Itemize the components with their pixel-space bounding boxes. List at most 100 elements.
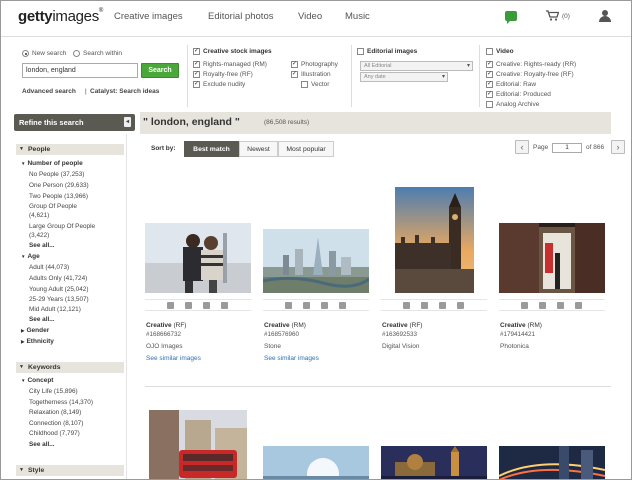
zoom-icon[interactable] (575, 302, 582, 309)
exclude-nudity-label: Exclude nudity (203, 81, 246, 88)
details-icon[interactable] (557, 302, 564, 309)
facet-item[interactable]: Relaxation (8,149) (29, 409, 81, 416)
facet-item[interactable]: Childhood (7,797) (29, 430, 80, 437)
new-search-radio[interactable] (22, 50, 29, 57)
result-image[interactable] (395, 187, 474, 293)
sort-newest[interactable]: Newest (239, 141, 278, 157)
facet-item[interactable]: Connection (8,107) (29, 420, 83, 427)
facet-item[interactable]: 25-29 Years (13,507) (29, 296, 89, 303)
search-within-radio[interactable] (73, 50, 80, 57)
video-option-checkbox[interactable] (486, 101, 493, 108)
page-input[interactable]: 1 (552, 143, 582, 153)
cart-count[interactable]: (0) (562, 13, 570, 20)
facet-ethnicity[interactable]: Ethnicity (21, 338, 53, 345)
facet-style[interactable]: Style (16, 465, 124, 476)
license-code: (RF) (409, 322, 423, 329)
details-icon[interactable] (439, 302, 446, 309)
lightbox-icon[interactable] (185, 302, 192, 309)
facet-item[interactable]: Togetherness (14,370) (29, 399, 93, 406)
creative-checkbox[interactable] (193, 47, 200, 55)
zoom-icon[interactable] (221, 302, 228, 309)
illustration-checkbox[interactable] (291, 70, 298, 78)
date-select[interactable]: Any date (360, 72, 448, 82)
facet-item[interactable]: One Person (29,633) (29, 182, 89, 189)
user-icon[interactable] (599, 10, 611, 22)
lightbox-icon[interactable] (539, 302, 546, 309)
lightbox-icon[interactable] (303, 302, 310, 309)
search-input[interactable]: london, england (22, 63, 138, 78)
facet-item[interactable]: Adult (44,073) (29, 264, 69, 271)
see-similar-link[interactable]: See similar images (146, 355, 201, 362)
exclude-nudity-checkbox[interactable] (193, 80, 200, 88)
sort-best-match[interactable]: Best match (184, 141, 239, 157)
zoom-icon[interactable] (339, 302, 346, 309)
facet-gender[interactable]: Gender (21, 327, 49, 334)
nav-creative-images[interactable]: Creative images (114, 11, 183, 22)
see-all-link[interactable]: See all... (29, 441, 55, 448)
details-icon[interactable] (321, 302, 328, 309)
catalyst-link[interactable]: Catalyst: Search ideas (90, 88, 159, 95)
facet-item[interactable]: Mid Adult (12,121) (29, 306, 81, 313)
nav-video[interactable]: Video (298, 11, 322, 22)
facet-item[interactable]: Large Group Of People (29, 223, 95, 230)
facet-item[interactable]: No People (37,253) (29, 171, 84, 178)
result-image[interactable] (263, 229, 369, 293)
royalty-free-checkbox[interactable] (193, 70, 200, 78)
result-image[interactable] (145, 223, 251, 293)
facet-number-of-people[interactable]: Number of people (21, 160, 82, 167)
result-image[interactable] (381, 446, 487, 479)
video-checkbox[interactable] (486, 48, 493, 55)
next-page-icon[interactable]: › (611, 140, 625, 154)
image-source[interactable]: Photonica (500, 343, 529, 350)
nav-editorial-photos[interactable]: Editorial photos (208, 11, 273, 22)
result-image[interactable] (499, 446, 605, 479)
video-option-checkbox[interactable] (486, 60, 493, 68)
facet-people[interactable]: People (16, 144, 124, 155)
sort-most-popular[interactable]: Most popular (278, 141, 334, 157)
vector-checkbox[interactable] (301, 81, 308, 88)
image-source[interactable]: Stone (264, 343, 281, 350)
lightbox-icon[interactable] (421, 302, 428, 309)
cart-add-icon[interactable] (167, 302, 174, 309)
facet-item[interactable]: Adults Only (41,724) (29, 275, 87, 282)
facet-item[interactable]: City Life (15,896) (29, 388, 78, 395)
result-image[interactable] (149, 410, 247, 479)
collapse-arrow-icon[interactable]: ◂ (124, 117, 131, 127)
refine-title: Refine this search (19, 118, 84, 127)
search-button[interactable]: Search (141, 63, 179, 78)
cart-icon[interactable] (546, 10, 560, 24)
video-option-checkbox[interactable] (486, 70, 493, 78)
see-all-link[interactable]: See all... (29, 316, 55, 323)
facet-item[interactable]: Two People (13,966) (29, 193, 88, 200)
image-source[interactable]: Digital Vision (382, 343, 419, 350)
facet-item[interactable]: Group Of People (29, 203, 77, 210)
see-similar-link[interactable]: See similar images (264, 355, 319, 362)
prev-page-icon[interactable]: ‹ (515, 140, 529, 154)
result-image[interactable] (499, 223, 605, 293)
cart-add-icon[interactable] (403, 302, 410, 309)
cart-add-icon[interactable] (285, 302, 292, 309)
photography-checkbox[interactable] (291, 60, 298, 68)
see-all-link[interactable]: See all... (29, 242, 55, 249)
image-source[interactable]: OJO Images (146, 343, 182, 350)
advanced-search-link[interactable]: Advanced search (22, 88, 76, 95)
facet-age[interactable]: Age (21, 253, 39, 260)
refine-search-header[interactable]: Refine this search ◂ (14, 114, 135, 131)
details-icon[interactable] (203, 302, 210, 309)
editorial-select[interactable]: All Editorial (360, 61, 473, 71)
video-option-checkbox[interactable] (486, 80, 493, 88)
rights-managed-checkbox[interactable] (193, 60, 200, 68)
result-image[interactable] (263, 446, 369, 479)
gettyimages-logo[interactable]: gettyimages® (18, 8, 103, 25)
facet-item[interactable]: Young Adult (25,042) (29, 286, 88, 293)
editorial-checkbox[interactable] (357, 48, 364, 55)
facet-item-count[interactable]: (3,422) (29, 232, 49, 239)
video-option-checkbox[interactable] (486, 90, 493, 98)
facet-item-count[interactable]: (4,621) (29, 212, 49, 219)
cart-add-icon[interactable] (521, 302, 528, 309)
chat-icon[interactable] (505, 11, 517, 24)
facet-concept[interactable]: Concept (21, 377, 53, 384)
nav-music[interactable]: Music (345, 11, 370, 22)
facet-keywords[interactable]: Keywords (16, 362, 124, 373)
zoom-icon[interactable] (457, 302, 464, 309)
